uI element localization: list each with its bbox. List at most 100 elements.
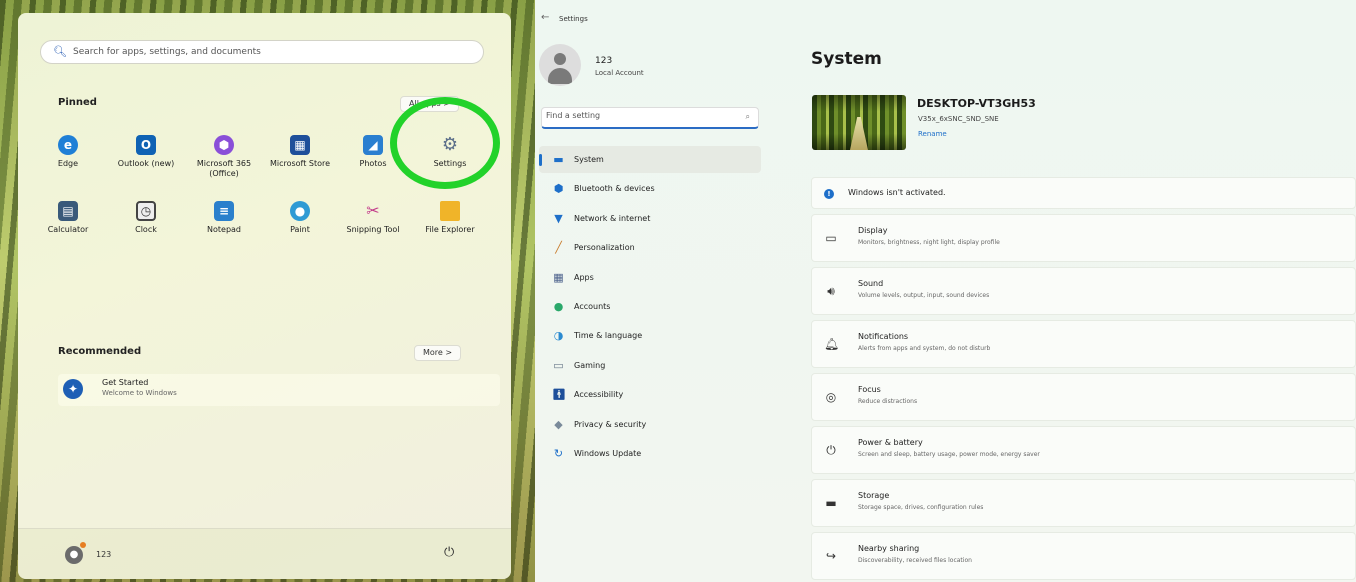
back-arrow-icon[interactable]: ← (541, 12, 549, 23)
update-icon: ↻ (553, 447, 564, 460)
nav-label: Windows Update (574, 449, 642, 458)
settings-row-nearby-sharing[interactable]: ↪ Nearby sharing Discoverability, receiv… (811, 532, 1356, 580)
nav-item-windows-update[interactable]: ↻ Windows Update (539, 440, 761, 467)
pinned-app-label: File Explorer (425, 225, 475, 234)
user-avatar[interactable]: ● (65, 546, 83, 564)
avatar-head (554, 53, 566, 65)
recommended-item-title: Get Started (102, 378, 149, 387)
storage-icon: ▬ (825, 496, 837, 510)
start-menu: 🔍︎ Pinned All apps > e Edge O Outlook (n… (18, 13, 511, 579)
folder-icon (440, 201, 460, 221)
notepad-icon: ≡ (214, 201, 234, 221)
apps-icon: ▦ (553, 271, 564, 284)
nav-item-privacy[interactable]: ◆ Privacy & security (539, 411, 761, 438)
profile-avatar[interactable] (539, 44, 581, 86)
settings-row-notifications[interactable]: 🔔︎ Notifications Alerts from apps and sy… (811, 320, 1356, 368)
system-icon: ▬ (553, 153, 564, 166)
pinned-app-label: Notepad (207, 225, 241, 234)
row-subtitle: Discoverability, received files location (858, 557, 972, 564)
nav-item-bluetooth[interactable]: ⬢ Bluetooth & devices (539, 175, 761, 202)
bell-icon: 🔔︎ (824, 337, 840, 351)
get-started-icon: ✦ (63, 379, 83, 399)
edge-icon: e (58, 135, 78, 155)
find-setting-box[interactable]: ⌕ (541, 107, 759, 129)
device-name: DESKTOP-VT3GH53 (917, 97, 1036, 110)
settings-window: ← Settings 123 Local Account ⌕ ▬ System … (535, 0, 1356, 582)
pinned-app-label: Calculator (47, 225, 89, 234)
row-title: Power & battery (858, 438, 923, 447)
find-setting-input[interactable] (546, 111, 726, 120)
row-title: Notifications (858, 332, 909, 341)
row-subtitle: Reduce distractions (858, 398, 918, 405)
nav-item-apps[interactable]: ▦ Apps (539, 264, 761, 291)
pinned-app-snipping-tool[interactable]: ✂ Snipping Tool (334, 201, 412, 235)
recommended-item-get-started[interactable]: ✦ Get Started Welcome to Windows (58, 374, 500, 406)
nav-label: Privacy & security (574, 420, 647, 429)
office-icon: ⬢ (214, 135, 234, 155)
settings-row-power-battery[interactable]: ⏻ Power & battery Screen and sleep, batt… (811, 426, 1356, 474)
profile-account-type: Local Account (595, 69, 644, 77)
accounts-icon: ● (553, 300, 564, 313)
pinned-app-label: Paint (290, 225, 310, 234)
pinned-app-clock[interactable]: ◷ Clock (107, 201, 185, 235)
recommended-title: Recommended (58, 346, 142, 357)
settings-highlight-circle (390, 97, 500, 189)
search-icon: 🔍︎ (53, 45, 67, 58)
pinned-app-store[interactable]: ▦ Microsoft Store (261, 135, 339, 169)
accessibility-icon: 🚹︎ (552, 388, 566, 401)
more-button[interactable]: More > (414, 345, 462, 361)
row-title: Sound (858, 279, 884, 288)
nav-item-accessibility[interactable]: 🚹︎ Accessibility (539, 381, 761, 408)
nav-item-gaming[interactable]: ▭ Gaming (539, 352, 761, 379)
active-indicator (539, 154, 542, 166)
profile-name: 123 (595, 56, 613, 66)
recommended-item-subtitle: Welcome to Windows (102, 389, 177, 397)
activation-banner[interactable]: ! Windows isn't activated. (811, 177, 1356, 209)
nav-item-system[interactable]: ▬ System (539, 146, 761, 173)
settings-row-display[interactable]: ▭ Display Monitors, brightness, night li… (811, 214, 1356, 262)
focus-icon: ◎ (825, 390, 837, 404)
bluetooth-icon: ⬢ (553, 182, 564, 195)
settings-row-focus[interactable]: ◎ Focus Reduce distractions (811, 373, 1356, 421)
nav-label: System (574, 155, 604, 164)
row-subtitle: Screen and sleep, battery usage, power m… (858, 451, 1040, 458)
settings-row-storage[interactable]: ▬ Storage Storage space, drives, configu… (811, 479, 1356, 527)
power-icon[interactable]: ⏻ (444, 545, 454, 560)
brush-icon: ╱ (555, 241, 562, 254)
wifi-icon: ▼ (554, 212, 563, 225)
snipping-tool-icon: ✂ (366, 201, 380, 220)
shield-icon: ◆ (554, 418, 563, 431)
page-title: System (811, 49, 882, 69)
row-subtitle: Volume levels, output, input, sound devi… (858, 292, 990, 299)
device-wallpaper-thumbnail (812, 95, 906, 150)
nav-label: Apps (574, 273, 594, 282)
device-model: V35x_6xSNC_SND_SNE (918, 115, 999, 123)
nav-item-network[interactable]: ▼ Network & internet (539, 205, 761, 232)
pinned-app-label: Clock (135, 225, 157, 234)
pinned-app-paint[interactable]: ● Paint (261, 201, 339, 235)
photos-icon: ◢ (363, 135, 383, 155)
nav-item-personalization[interactable]: ╱ Personalization (539, 234, 761, 261)
nav-label: Gaming (574, 361, 606, 370)
pinned-app-file-explorer[interactable]: File Explorer (411, 201, 489, 235)
pinned-app-edge[interactable]: e Edge (29, 135, 107, 169)
nav-item-accounts[interactable]: ● Accounts (539, 293, 761, 320)
settings-row-sound[interactable]: 🔊︎ Sound Volume levels, output, input, s… (811, 267, 1356, 315)
pinned-app-notepad[interactable]: ≡ Notepad (185, 201, 263, 235)
search-icon: ⌕ (745, 112, 750, 121)
pinned-app-outlook[interactable]: O Outlook (new) (107, 135, 185, 169)
rename-link[interactable]: Rename (918, 130, 947, 138)
clock-icon: ◷ (136, 201, 156, 221)
pinned-app-office[interactable]: ⬢ Microsoft 365 (Office) (185, 135, 263, 179)
nav-item-time-language[interactable]: ◑ Time & language (539, 322, 761, 349)
store-icon: ▦ (290, 135, 310, 155)
row-title: Storage (858, 491, 890, 500)
window-title: Settings (559, 15, 588, 23)
nav-label: Accessibility (574, 390, 624, 399)
display-icon: ▭ (825, 231, 837, 245)
user-name[interactable]: 123 (96, 550, 111, 559)
power-icon: ⏻ (826, 443, 836, 457)
pinned-app-calculator[interactable]: ▤ Calculator (29, 201, 107, 235)
start-search-input[interactable] (73, 47, 483, 57)
start-search-box[interactable]: 🔍︎ (40, 40, 484, 64)
